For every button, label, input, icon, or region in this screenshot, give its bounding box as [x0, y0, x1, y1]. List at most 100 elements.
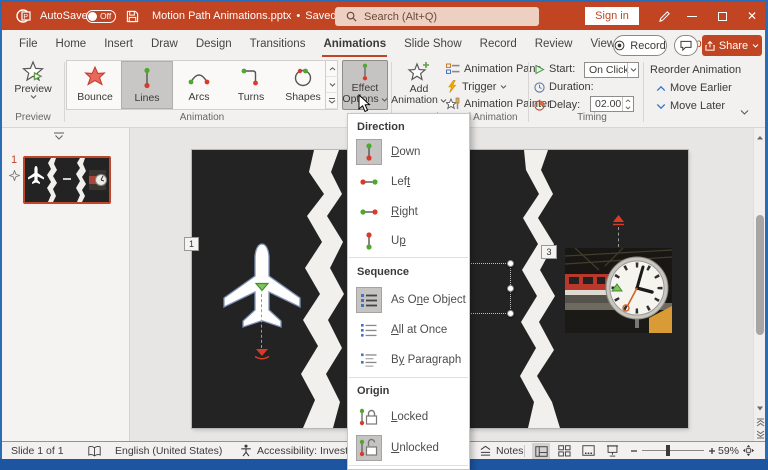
gallery-scroll-down-icon[interactable] [326, 77, 338, 93]
spellcheck-book-icon[interactable] [88, 442, 101, 459]
scroll-up-icon[interactable] [754, 130, 766, 144]
gallery-scroll-up-icon[interactable] [326, 61, 338, 77]
animation-group-label: Animation [66, 112, 338, 123]
slide-sorter-view-button[interactable] [558, 442, 571, 459]
selection-handle[interactable] [507, 285, 514, 292]
ribbon-display-pen-icon[interactable] [650, 2, 678, 30]
language-selector[interactable]: English (United States) [115, 442, 222, 459]
duration-label: Duration: [549, 81, 594, 93]
zoom-slider-thumb[interactable] [666, 445, 670, 456]
menu-item-down[interactable]: Down [348, 137, 469, 167]
selection-handle[interactable] [507, 260, 514, 267]
tab-insert[interactable]: Insert [95, 30, 142, 58]
add-animation-icon [407, 60, 431, 84]
save-icon[interactable] [126, 2, 139, 30]
thumbnail-pane-more-icon[interactable] [52, 132, 66, 141]
by-paragraph-icon [356, 347, 382, 373]
animation-gallery: Bounce Lines Arcs Turns Shapes [66, 60, 338, 110]
gallery-item-lines-selected[interactable]: Lines [121, 61, 173, 109]
gallery-more-icon[interactable] [326, 93, 338, 109]
gallery-item-bounce[interactable]: Bounce [69, 61, 121, 109]
gallery-scroll [325, 61, 338, 109]
menu-item-by-paragraph[interactable]: By Paragraph [348, 345, 469, 375]
tab-draw[interactable]: Draw [142, 30, 187, 58]
maximize-button[interactable] [708, 2, 736, 30]
minimize-button[interactable] [678, 2, 706, 30]
direction-left-icon [356, 169, 382, 195]
preview-label: Preview [14, 84, 51, 95]
search-input[interactable]: Search (Alt+Q) [335, 7, 539, 26]
motion-path-end-arrow[interactable] [254, 348, 270, 361]
preview-group-label: Preview [2, 112, 64, 123]
share-button[interactable]: Share [702, 35, 762, 56]
preview-button[interactable]: Preview [7, 60, 59, 110]
zoom-in-button[interactable] [708, 442, 716, 459]
animation-star-icon[interactable] [9, 170, 20, 181]
tab-animations[interactable]: Animations [314, 30, 395, 58]
gallery-item-shapes[interactable]: Shapes [277, 61, 329, 109]
add-animation-button[interactable]: Add Animation [394, 60, 444, 110]
slideshow-view-button[interactable] [606, 442, 619, 459]
menu-item-unlocked[interactable]: Unlocked [348, 432, 469, 463]
motion-path-start-marker[interactable] [611, 283, 623, 292]
autosave-toggle[interactable]: Off [86, 2, 116, 30]
menu-item-left[interactable]: Left [348, 167, 469, 197]
collapse-ribbon-icon[interactable] [740, 110, 749, 115]
start-dropdown-icon[interactable] [627, 63, 638, 77]
thumbnail-preview [25, 158, 109, 202]
reading-view-button[interactable] [582, 442, 595, 459]
gallery-item-arcs[interactable]: Arcs [173, 61, 225, 109]
gallery-item-turns[interactable]: Turns [225, 61, 277, 109]
gallery-item-label: Turns [238, 91, 264, 103]
move-earlier-button[interactable]: Move Earlier [656, 82, 732, 94]
menu-item-up[interactable]: Up [348, 227, 469, 255]
fit-slide-to-window-icon[interactable] [742, 442, 755, 459]
menu-item-locked[interactable]: Locked [348, 402, 469, 432]
zoom-out-button[interactable] [630, 442, 638, 459]
tab-home[interactable]: Home [47, 30, 96, 58]
animation-number-badge-3[interactable]: 3 [541, 245, 557, 259]
next-slide-icon[interactable] [754, 427, 766, 441]
animation-pane-label: Animation Pane [464, 63, 542, 75]
menu-item-right[interactable]: Right [348, 197, 469, 227]
tab-design[interactable]: Design [187, 30, 241, 58]
group-separator [643, 62, 644, 122]
close-button[interactable]: ✕ [738, 2, 766, 30]
zoom-slider-track[interactable] [642, 450, 704, 451]
tab-slide-show[interactable]: Slide Show [395, 30, 471, 58]
direction-down-icon [356, 139, 382, 165]
tab-record[interactable]: Record [471, 30, 526, 58]
normal-view-button[interactable] [532, 443, 550, 459]
effect-options-icon [355, 61, 375, 83]
duration-value: 02.00 [595, 98, 621, 110]
comments-button[interactable] [674, 35, 698, 56]
move-later-button[interactable]: Move Later [656, 100, 725, 112]
motion-path-line[interactable] [261, 294, 262, 348]
duration-stepper[interactable] [622, 97, 633, 111]
duration-input[interactable]: 02.00 [590, 96, 634, 112]
tab-file[interactable]: File [10, 30, 47, 58]
motion-path-start-arrow[interactable] [254, 282, 270, 292]
menu-item-all-at-once[interactable]: All at Once [348, 315, 469, 345]
tab-review[interactable]: Review [526, 30, 582, 58]
vertical-scrollbar[interactable] [753, 128, 765, 441]
mouse-cursor [358, 94, 371, 113]
scrollbar-thumb[interactable] [756, 215, 764, 335]
selection-handle[interactable] [507, 310, 514, 317]
motion-path-line[interactable] [618, 227, 619, 247]
zoom-level[interactable]: 59% [718, 442, 739, 459]
record-button[interactable]: Record [613, 35, 667, 56]
menu-item-as-one-object[interactable]: As One Object [348, 284, 469, 315]
slide-1-thumbnail[interactable] [23, 156, 111, 204]
scroll-down-icon[interactable] [754, 401, 766, 415]
notes-button[interactable]: Notes [479, 442, 523, 459]
sign-in-button[interactable]: Sign in [585, 7, 639, 25]
trigger-button[interactable]: Trigger [446, 80, 507, 93]
slide-counter: Slide 1 of 1 [11, 442, 64, 459]
start-select[interactable]: On Click [584, 62, 639, 78]
tab-transitions[interactable]: Transitions [241, 30, 315, 58]
start-play-icon [534, 64, 545, 75]
animation-number-badge-1[interactable]: 1 [184, 237, 199, 251]
motion-path-up-end-arrow[interactable] [611, 214, 626, 226]
autosave-state: Off [100, 11, 111, 21]
